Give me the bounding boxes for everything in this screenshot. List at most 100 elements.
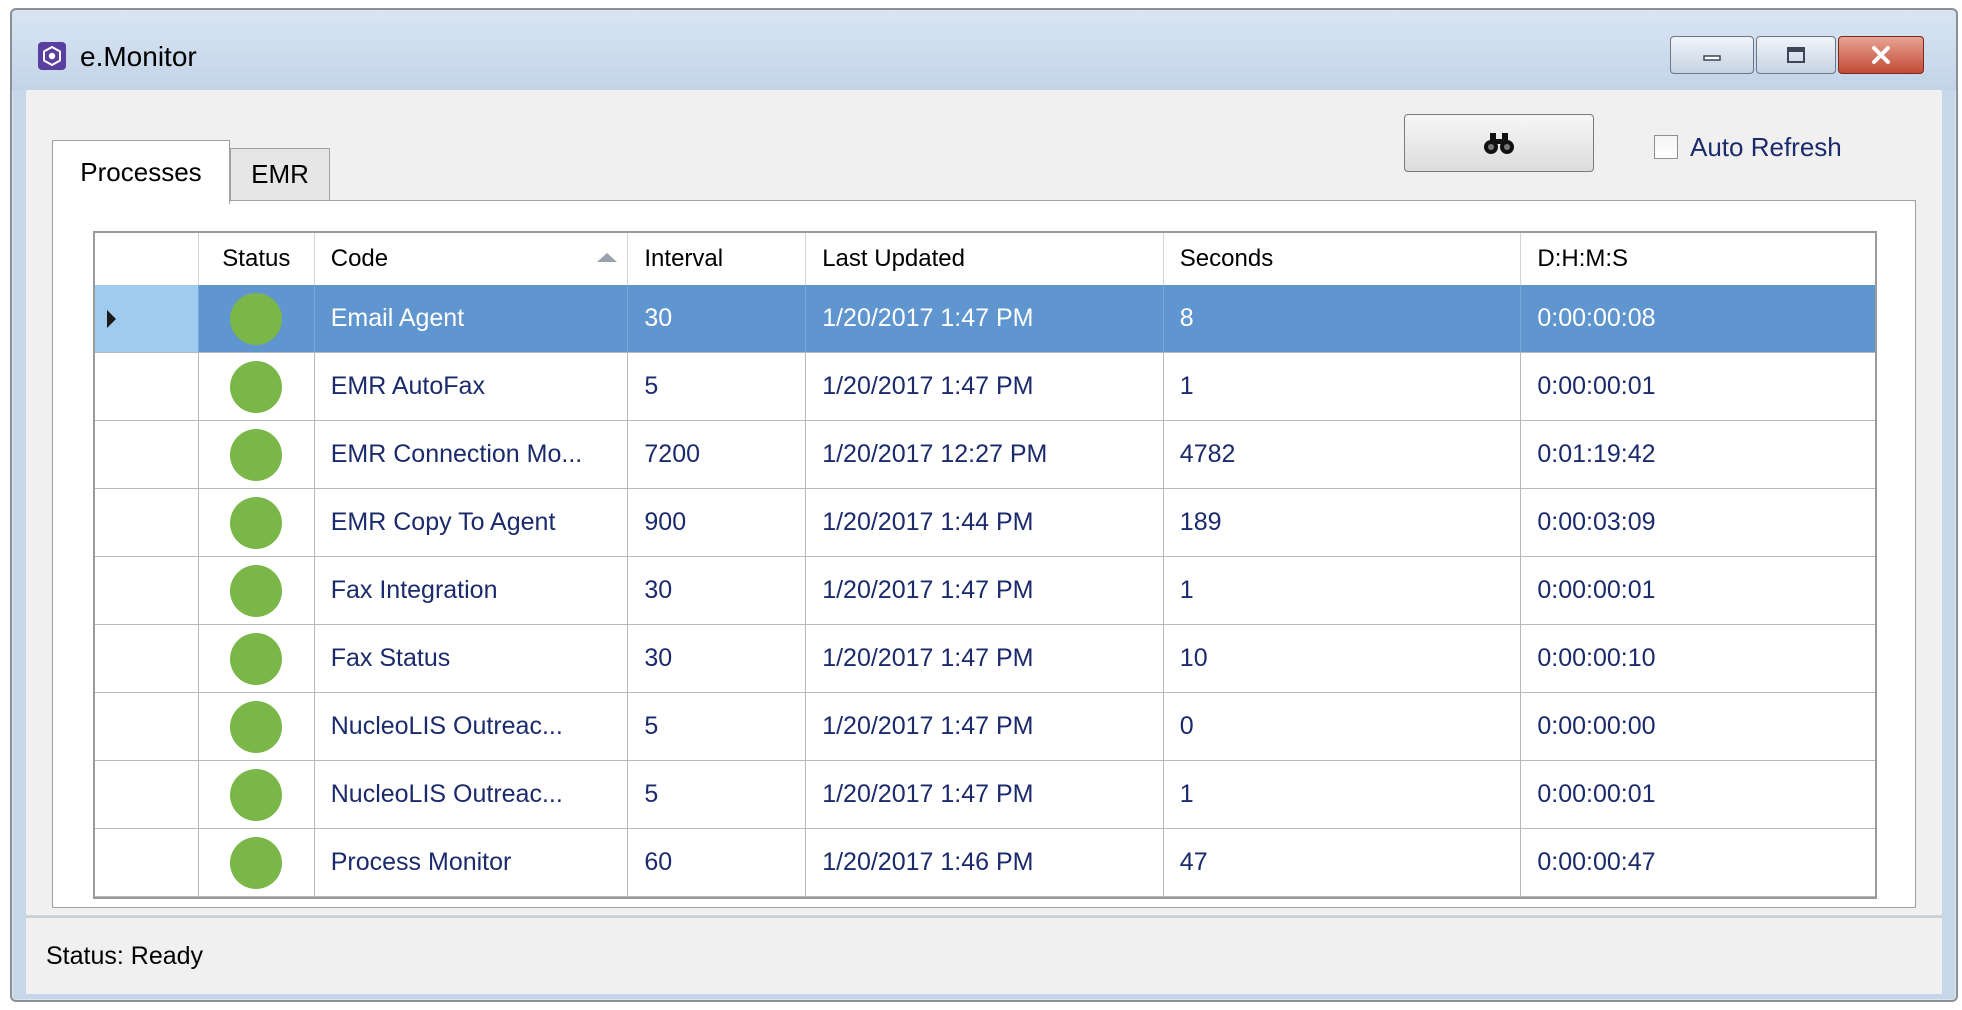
process-grid: Status Code Interval Last Updated Second… bbox=[93, 231, 1877, 899]
sort-ascending-icon bbox=[597, 253, 618, 262]
minimize-icon bbox=[1703, 55, 1721, 61]
seconds-cell: 1 bbox=[1164, 557, 1522, 624]
table-row[interactable]: Fax Integration 30 1/20/2017 1:47 PM 1 0:00:… bbox=[95, 557, 1875, 625]
status-indicator-icon bbox=[230, 428, 283, 481]
code-cell: EMR Copy To Agent bbox=[315, 489, 629, 556]
row-selector[interactable] bbox=[95, 761, 199, 828]
row-selector[interactable] bbox=[95, 829, 199, 896]
maximize-icon bbox=[1787, 47, 1805, 63]
column-header-code[interactable]: Code bbox=[315, 233, 629, 285]
seconds-cell: 189 bbox=[1164, 489, 1522, 556]
last-updated-cell: 1/20/2017 1:47 PM bbox=[806, 353, 1164, 420]
tab-processes[interactable]: Processes bbox=[52, 140, 230, 204]
last-updated-cell: 1/20/2017 1:47 PM bbox=[806, 285, 1164, 352]
row-selector[interactable] bbox=[95, 285, 199, 352]
code-cell: Fax Status bbox=[315, 625, 629, 692]
status-cell bbox=[199, 829, 315, 896]
row-selector[interactable] bbox=[95, 489, 199, 556]
code-cell: EMR AutoFax bbox=[315, 353, 629, 420]
column-header-seconds[interactable]: Seconds bbox=[1164, 233, 1522, 285]
close-icon bbox=[1872, 46, 1890, 64]
interval-cell: 5 bbox=[628, 761, 807, 828]
code-cell: NucleoLIS Outreac... bbox=[315, 761, 629, 828]
status-indicator-icon bbox=[230, 292, 283, 345]
status-indicator-icon bbox=[230, 768, 283, 821]
status-indicator-icon bbox=[230, 496, 283, 549]
table-row[interactable]: EMR AutoFax 5 1/20/2017 1:47 PM 1 0:00:00:01 bbox=[95, 353, 1875, 421]
emonitor-app-icon bbox=[38, 42, 66, 70]
tab-emr[interactable]: EMR bbox=[230, 148, 330, 200]
interval-cell: 5 bbox=[628, 353, 807, 420]
status-indicator-icon bbox=[230, 836, 283, 889]
row-selector[interactable] bbox=[95, 353, 199, 420]
interval-cell: 30 bbox=[628, 625, 807, 692]
code-cell: EMR Connection Mo... bbox=[315, 421, 629, 488]
row-selector[interactable] bbox=[95, 693, 199, 760]
seconds-cell: 1 bbox=[1164, 353, 1522, 420]
column-header-dhms[interactable]: D:H:M:S bbox=[1521, 233, 1875, 285]
status-cell bbox=[199, 421, 315, 488]
seconds-cell: 4782 bbox=[1164, 421, 1522, 488]
current-row-arrow-icon bbox=[107, 309, 116, 328]
code-cell: Fax Integration bbox=[315, 557, 629, 624]
status-cell bbox=[199, 353, 315, 420]
grid-body: Email Agent 30 1/20/2017 1:47 PM 8 0:00:00:0… bbox=[95, 285, 1875, 897]
table-row[interactable]: EMR Copy To Agent 900 1/20/2017 1:44 PM 189… bbox=[95, 489, 1875, 557]
auto-refresh-checkbox[interactable] bbox=[1654, 135, 1678, 159]
seconds-cell: 1 bbox=[1164, 761, 1522, 828]
app-window: e.Monitor Processes EMR Auto Refresh Sta… bbox=[10, 8, 1958, 1002]
dhms-cell: 0:00:00:01 bbox=[1537, 372, 1656, 400]
window-title: e.Monitor bbox=[80, 41, 197, 72]
minimize-button[interactable] bbox=[1670, 36, 1754, 74]
dhms-cell: 0:00:00:10 bbox=[1537, 644, 1656, 672]
last-updated-cell: 1/20/2017 1:47 PM bbox=[806, 693, 1164, 760]
column-header-interval[interactable]: Interval bbox=[628, 233, 807, 285]
dhms-cell: 0:00:00:01 bbox=[1537, 576, 1656, 604]
code-cell: NucleoLIS Outreac... bbox=[315, 693, 629, 760]
status-bar: Status: Ready bbox=[26, 916, 1942, 994]
dhms-cell: 0:00:00:00 bbox=[1537, 712, 1656, 740]
status-cell bbox=[198, 285, 315, 352]
seconds-cell: 10 bbox=[1164, 625, 1522, 692]
interval-cell: 30 bbox=[628, 557, 807, 624]
column-header-rowselector bbox=[95, 233, 199, 285]
column-header-status[interactable]: Status bbox=[199, 233, 315, 285]
table-row[interactable]: Fax Status 30 1/20/2017 1:47 PM 10 0:00:00:1… bbox=[95, 625, 1875, 693]
status-cell bbox=[199, 625, 315, 692]
column-header-code-label: Code bbox=[330, 245, 389, 272]
processes-panel: Status Code Interval Last Updated Second… bbox=[52, 200, 1916, 908]
table-row[interactable]: Email Agent 30 1/20/2017 1:47 PM 8 0:00:00:0… bbox=[95, 285, 1875, 353]
status-text: Status: Ready bbox=[46, 941, 204, 970]
close-button[interactable] bbox=[1838, 36, 1924, 74]
last-updated-cell: 1/20/2017 12:27 PM bbox=[806, 421, 1164, 488]
table-row[interactable]: Process Monitor 60 1/20/2017 1:46 PM 47 0:00… bbox=[95, 829, 1875, 897]
table-row[interactable]: NucleoLIS Outreac... 5 1/20/2017 1:47 PM 0 0… bbox=[95, 693, 1875, 761]
maximize-button[interactable] bbox=[1756, 36, 1836, 74]
dhms-cell: 0:00:03:09 bbox=[1537, 508, 1656, 536]
find-button[interactable] bbox=[1404, 114, 1594, 172]
dhms-cell: 0:00:00:47 bbox=[1537, 848, 1656, 876]
seconds-cell: 47 bbox=[1164, 829, 1522, 896]
interval-cell: 900 bbox=[628, 489, 807, 556]
auto-refresh-toggle[interactable]: Auto Refresh bbox=[1654, 130, 1842, 164]
row-selector[interactable] bbox=[95, 557, 199, 624]
table-row[interactable]: NucleoLIS Outreac... 5 1/20/2017 1:47 PM 1 0… bbox=[95, 761, 1875, 829]
column-header-last-updated[interactable]: Last Updated bbox=[806, 233, 1164, 285]
row-selector[interactable] bbox=[95, 421, 199, 488]
seconds-cell: 0 bbox=[1164, 693, 1522, 760]
grid-header: Status Code Interval Last Updated Second… bbox=[95, 233, 1875, 286]
interval-cell: 30 bbox=[628, 285, 807, 352]
auto-refresh-label: Auto Refresh bbox=[1690, 131, 1842, 162]
dhms-cell: 0:00:00:01 bbox=[1537, 780, 1656, 808]
status-indicator-icon bbox=[230, 700, 283, 753]
title-bar[interactable]: e.Monitor bbox=[12, 10, 1956, 90]
last-updated-cell: 1/20/2017 1:47 PM bbox=[806, 625, 1164, 692]
table-row[interactable]: EMR Connection Mo... 7200 1/20/2017 12:27 … bbox=[95, 421, 1875, 489]
last-updated-cell: 1/20/2017 1:47 PM bbox=[806, 557, 1164, 624]
status-cell bbox=[199, 489, 315, 556]
code-cell: Process Monitor bbox=[315, 829, 629, 896]
status-cell bbox=[199, 761, 315, 828]
status-cell bbox=[199, 557, 315, 624]
interval-cell: 5 bbox=[628, 693, 807, 760]
row-selector[interactable] bbox=[95, 625, 199, 692]
